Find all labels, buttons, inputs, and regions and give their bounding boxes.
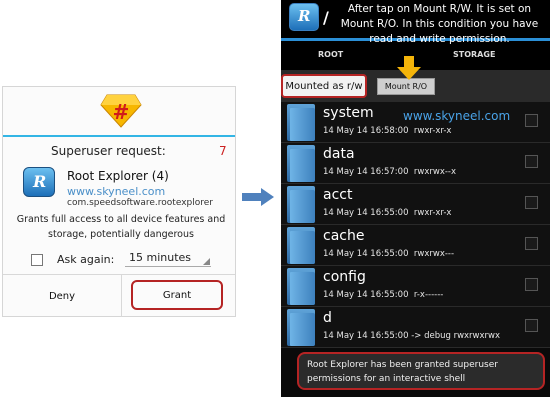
tab-storage[interactable]: STORAGE bbox=[453, 50, 495, 59]
countdown-timer: 7 bbox=[219, 144, 227, 158]
file-row[interactable]: data 14 May 14 16:57:00 rwxrwx--x bbox=[281, 143, 550, 184]
root-explorer-screen: R / After tap on Mount R/W. It is set on… bbox=[281, 0, 550, 397]
root-explorer-app-icon[interactable]: R bbox=[289, 3, 319, 31]
folder-icon bbox=[287, 104, 315, 141]
file-meta: 14 May 14 16:55:00 rwxr-xr-x bbox=[323, 208, 452, 218]
file-meta: 14 May 14 16:58:00 rwxr-xr-x bbox=[323, 126, 452, 136]
annotation-note: After tap on Mount R/W. It is set on Mou… bbox=[340, 3, 539, 45]
dropdown-corner-icon bbox=[203, 258, 210, 265]
duration-value: 15 minutes bbox=[129, 251, 192, 264]
folder-icon bbox=[287, 227, 315, 264]
folder-icon bbox=[287, 268, 315, 305]
file-name: data bbox=[323, 146, 355, 162]
app-icon-letter: R bbox=[33, 172, 47, 191]
file-meta: 14 May 14 16:55:00 -> debug rwxrwxrwx bbox=[323, 331, 501, 341]
down-arrow-icon bbox=[397, 56, 421, 80]
superuser-logo-icon: # bbox=[100, 94, 142, 128]
watermark: www.skyneel.com bbox=[67, 185, 166, 198]
file-row[interactable]: config 14 May 14 16:55:00 r-x------ bbox=[281, 266, 550, 307]
file-name: config bbox=[323, 269, 366, 285]
folder-icon bbox=[287, 186, 315, 223]
file-name: d bbox=[323, 310, 332, 326]
file-meta: 14 May 14 16:55:00 rwxrwx--- bbox=[323, 249, 455, 259]
mount-status-label: Mounted as r/w bbox=[281, 74, 367, 98]
right-arrow-icon bbox=[242, 188, 274, 206]
dialog-title: Superuser request: bbox=[51, 144, 166, 158]
file-list: system 14 May 14 16:58:00 rwxr-xr-x data 14… bbox=[281, 102, 550, 348]
button-separator bbox=[121, 274, 122, 317]
ask-again-label: Ask again: bbox=[57, 253, 115, 266]
folder-icon bbox=[287, 145, 315, 182]
ask-again-checkbox[interactable] bbox=[31, 254, 43, 266]
file-meta: 14 May 14 16:55:00 r-x------ bbox=[323, 290, 444, 300]
app-package-name: com.speedsoftware.rootexplorer bbox=[67, 198, 213, 208]
file-name: acct bbox=[323, 187, 353, 203]
duration-dropdown[interactable]: 15 minutes bbox=[125, 247, 211, 267]
deny-button[interactable]: Deny bbox=[3, 275, 121, 317]
file-row[interactable]: cache 14 May 14 16:55:00 rwxrwx--- bbox=[281, 225, 550, 266]
tab-root[interactable]: ROOT bbox=[318, 50, 343, 59]
file-name: cache bbox=[323, 228, 365, 244]
file-checkbox[interactable] bbox=[525, 196, 538, 209]
permission-description: Grants full access to all device feature… bbox=[16, 214, 226, 240]
title-divider bbox=[3, 135, 235, 137]
file-checkbox[interactable] bbox=[525, 278, 538, 291]
mount-ro-button[interactable]: Mount R/O bbox=[377, 78, 435, 95]
current-path: / bbox=[323, 8, 329, 27]
root-explorer-app-icon: R bbox=[23, 167, 55, 197]
folder-icon bbox=[287, 309, 315, 346]
file-checkbox[interactable] bbox=[525, 237, 538, 250]
watermark: www.skyneel.com bbox=[403, 109, 511, 123]
superuser-dialog: # Superuser request: 7 R Root Explorer (… bbox=[2, 86, 236, 317]
file-meta: 14 May 14 16:57:00 rwxrwx--x bbox=[323, 167, 457, 177]
file-row[interactable]: d 14 May 14 16:55:00 -> debug rwxrwxrwx bbox=[281, 307, 550, 348]
grant-button[interactable]: Grant bbox=[131, 280, 223, 310]
file-checkbox[interactable] bbox=[525, 114, 538, 127]
file-row[interactable]: acct 14 May 14 16:55:00 rwxr-xr-x bbox=[281, 184, 550, 225]
screenshot-composite: # Superuser request: 7 R Root Explorer (… bbox=[0, 0, 550, 397]
file-name: system bbox=[323, 105, 374, 121]
app-icon-letter: R bbox=[298, 7, 311, 25]
file-checkbox[interactable] bbox=[525, 319, 538, 332]
toast-message: Root Explorer has been granted superuser… bbox=[297, 352, 545, 390]
file-checkbox[interactable] bbox=[525, 155, 538, 168]
app-name: Root Explorer (4) bbox=[67, 169, 169, 183]
svg-text:#: # bbox=[113, 100, 130, 124]
